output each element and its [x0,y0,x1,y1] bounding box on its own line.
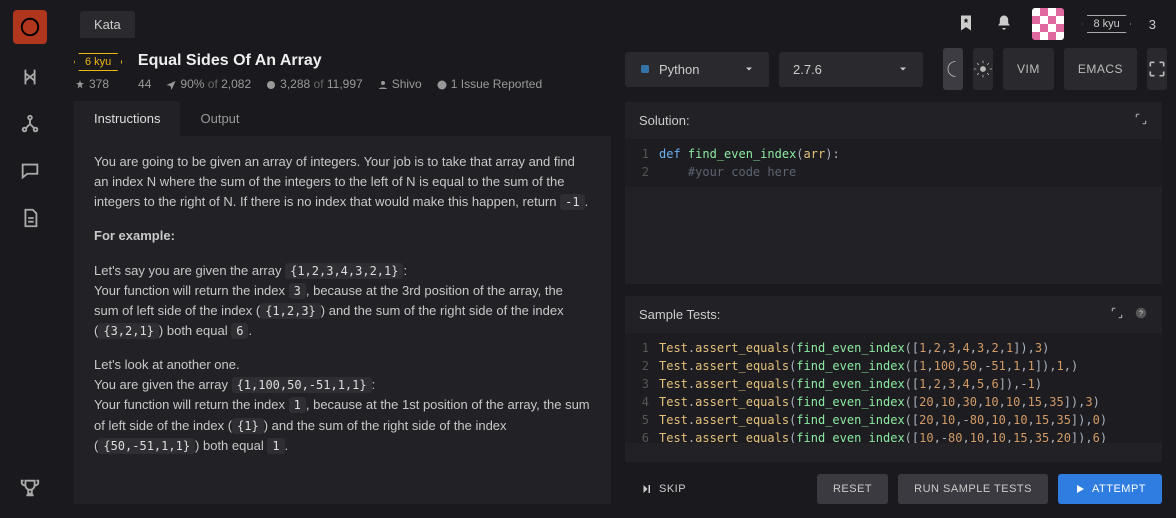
kata-rank-badge: 6 kyu [74,53,122,71]
avatar[interactable] [1032,8,1064,40]
stat-stars[interactable]: 378 [74,77,109,91]
chat-icon[interactable] [19,160,41,185]
top-bar: Kata 8 kyu 3 [60,0,1176,48]
network-icon[interactable] [19,113,41,138]
stat-completed[interactable]: 3,288 of 11,997 [265,77,363,91]
desc-text: You are going to be given an array of in… [94,154,575,209]
action-buttons: SKIP RESET RUN SAMPLE TESTS ATTEMPT [625,474,1162,504]
tests-title: Sample Tests: [639,307,720,322]
solution-panel: Solution: 1def find_even_index(arr):2 #y… [625,102,1162,284]
mode-vim[interactable]: VIM [1003,48,1054,90]
theme-toggle[interactable] [943,48,963,90]
settings-button[interactable] [973,48,993,90]
language-select[interactable]: Python [625,52,769,87]
docs-icon[interactable] [19,207,41,232]
expand-icon[interactable] [1110,306,1124,323]
trophy-icon[interactable] [19,477,41,502]
fullscreen-button[interactable] [1147,48,1167,90]
expand-icon[interactable] [1134,112,1148,129]
tab-instructions[interactable]: Instructions [74,101,180,136]
side-nav [0,0,60,518]
tab-output[interactable]: Output [180,101,259,136]
stat-collections[interactable]: 44 [123,77,151,91]
svg-text:?: ? [1139,311,1143,318]
bell-icon[interactable] [994,13,1014,36]
description-panel: You are going to be given an array of in… [74,136,611,504]
solution-editor[interactable]: 1def find_even_index(arr):2 #your code h… [625,139,1162,187]
chevron-down-icon [897,63,909,75]
code-inline: -1 [560,194,584,210]
kata-header: 6 kyu Equal Sides Of An Array 378 44 90%… [74,48,611,101]
reset-button[interactable]: RESET [817,474,888,504]
version-select[interactable]: 2.7.6 [779,52,923,87]
stat-satisfaction[interactable]: 90% of 2,082 [165,77,251,91]
user-points: 3 [1149,17,1156,32]
stat-issues[interactable]: 1 Issue Reported [436,77,542,91]
mode-emacs[interactable]: EMACS [1064,48,1137,90]
stat-author[interactable]: Shivo [377,77,422,91]
skip-button[interactable]: SKIP [625,474,702,504]
run-tests-button[interactable]: RUN SAMPLE TESTS [898,474,1048,504]
logo-icon[interactable] [13,10,47,44]
tests-editor[interactable]: 1Test.assert_equals(find_even_index([1,2… [625,333,1162,443]
train-icon[interactable] [19,66,41,91]
bookmark-icon[interactable] [956,13,976,36]
solution-title: Solution: [639,113,690,128]
tests-panel: Sample Tests: ? 1Test.assert_equals(find… [625,296,1162,462]
attempt-button[interactable]: ATTEMPT [1058,474,1162,504]
user-rank-badge: 8 kyu [1082,15,1130,33]
desc-tabs: Instructions Output [74,101,611,136]
editor-controls: Python 2.7.6 VIM EMACS [625,48,1162,90]
desc-heading: For example: [94,228,175,243]
nav-tab-kata[interactable]: Kata [80,11,135,38]
help-icon[interactable]: ? [1134,306,1148,323]
kata-title: Equal Sides Of An Array [138,52,322,69]
chevron-down-icon [743,63,755,75]
